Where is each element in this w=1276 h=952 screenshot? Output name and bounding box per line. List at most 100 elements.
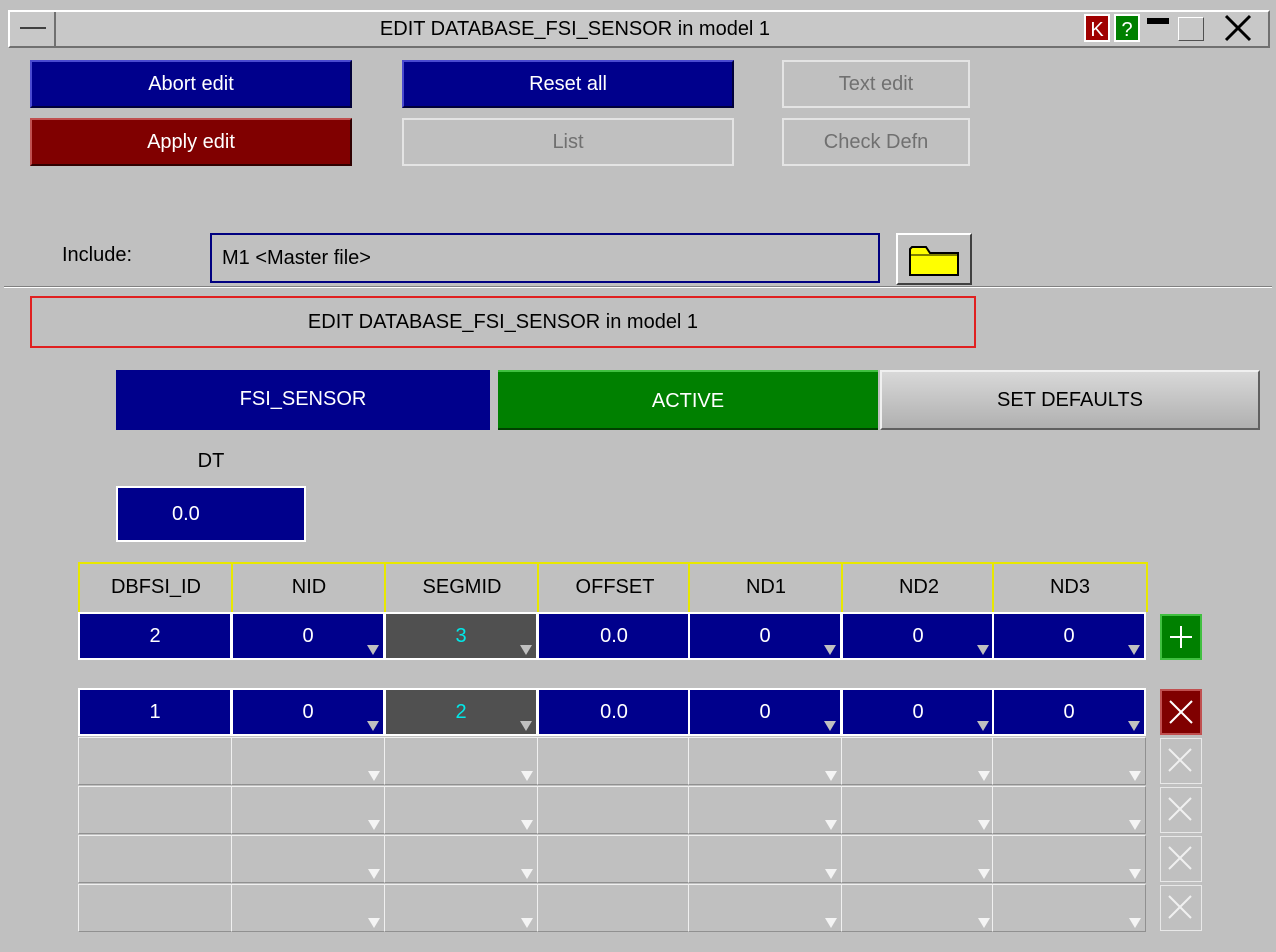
- new-row-nd1[interactable]: 0: [688, 612, 842, 660]
- reset-all-button[interactable]: Reset all: [402, 60, 734, 108]
- include-field[interactable]: M1 <Master file>: [210, 233, 880, 283]
- dropdown-icon[interactable]: [824, 721, 836, 731]
- row-2-nid[interactable]: [231, 737, 385, 785]
- minimize-icon[interactable]: [1144, 14, 1174, 42]
- dropdown-icon[interactable]: [521, 771, 533, 781]
- row-1-nd1[interactable]: 0: [688, 688, 842, 736]
- row-3-dbfsi-id[interactable]: [78, 786, 232, 834]
- keyword-button[interactable]: FSI_SENSOR: [116, 370, 490, 430]
- new-row-nd3[interactable]: 0: [992, 612, 1146, 660]
- dropdown-icon[interactable]: [978, 869, 990, 879]
- dt-input[interactable]: 0.0: [116, 486, 306, 542]
- delete-row-button[interactable]: [1160, 787, 1202, 833]
- row-4-nd3[interactable]: [992, 835, 1146, 883]
- dropdown-icon[interactable]: [977, 645, 989, 655]
- dropdown-icon[interactable]: [368, 771, 380, 781]
- text-edit-button[interactable]: Text edit: [782, 60, 970, 108]
- row-2-nd1[interactable]: [688, 737, 842, 785]
- row-5-nd1[interactable]: [688, 884, 842, 932]
- column-header-segmid: SEGMID: [384, 562, 538, 612]
- dropdown-icon[interactable]: [521, 918, 533, 928]
- dropdown-icon[interactable]: [1129, 771, 1141, 781]
- new-row-nid[interactable]: 0: [231, 612, 385, 660]
- system-menu-button[interactable]: [10, 12, 56, 46]
- row-4-nd2[interactable]: [841, 835, 995, 883]
- list-button[interactable]: List: [402, 118, 734, 166]
- dropdown-icon[interactable]: [368, 918, 380, 928]
- dropdown-icon[interactable]: [1129, 869, 1141, 879]
- dropdown-icon[interactable]: [368, 820, 380, 830]
- dropdown-icon[interactable]: [977, 721, 989, 731]
- new-row-dbfsi-id[interactable]: 2: [78, 612, 232, 660]
- row-2-dbfsi-id[interactable]: [78, 737, 232, 785]
- row-3-segmid[interactable]: [384, 786, 538, 834]
- dropdown-icon[interactable]: [367, 645, 379, 655]
- new-row-offset[interactable]: 0.0: [537, 612, 691, 660]
- dropdown-icon[interactable]: [825, 820, 837, 830]
- delete-row-button[interactable]: [1160, 689, 1202, 735]
- help-button[interactable]: ?: [1114, 14, 1140, 42]
- row-1-nd3[interactable]: 0: [992, 688, 1146, 736]
- dropdown-icon[interactable]: [521, 820, 533, 830]
- row-2-nd3[interactable]: [992, 737, 1146, 785]
- dropdown-icon[interactable]: [520, 645, 532, 655]
- k-button[interactable]: K: [1084, 14, 1110, 42]
- row-2-offset[interactable]: [537, 737, 691, 785]
- row-4-nid[interactable]: [231, 835, 385, 883]
- set-defaults-button[interactable]: SET DEFAULTS: [880, 370, 1260, 430]
- row-2-nd2[interactable]: [841, 737, 995, 785]
- apply-edit-button[interactable]: Apply edit: [30, 118, 352, 166]
- row-1-nd2[interactable]: 0: [841, 688, 995, 736]
- row-3-nd2[interactable]: [841, 786, 995, 834]
- dropdown-icon[interactable]: [520, 721, 532, 731]
- add-row-button[interactable]: [1160, 614, 1202, 660]
- check-defn-button[interactable]: Check Defn: [782, 118, 970, 166]
- dropdown-icon[interactable]: [1128, 721, 1140, 731]
- maximize-icon[interactable]: [1176, 14, 1208, 42]
- row-3-nd3[interactable]: [992, 786, 1146, 834]
- delete-row-button[interactable]: [1160, 738, 1202, 784]
- abort-edit-button[interactable]: Abort edit: [30, 60, 352, 108]
- row-1-segmid[interactable]: 2: [384, 688, 538, 736]
- row-5-dbfsi-id[interactable]: [78, 884, 232, 932]
- row-5-nd2[interactable]: [841, 884, 995, 932]
- row-5-nid[interactable]: [231, 884, 385, 932]
- row-1-nid[interactable]: 0: [231, 688, 385, 736]
- row-2-segmid[interactable]: [384, 737, 538, 785]
- title-bar[interactable]: EDIT DATABASE_FSI_SENSOR in model 1 K ?: [8, 10, 1270, 48]
- dropdown-icon[interactable]: [367, 721, 379, 731]
- row-1-offset[interactable]: 0.0: [537, 688, 691, 736]
- row-3-nid[interactable]: [231, 786, 385, 834]
- new-row-segmid[interactable]: 3: [384, 612, 538, 660]
- plus-icon: [1170, 626, 1192, 648]
- dropdown-icon[interactable]: [1129, 918, 1141, 928]
- active-toggle[interactable]: ACTIVE: [498, 370, 878, 430]
- dropdown-icon[interactable]: [825, 771, 837, 781]
- row-4-offset[interactable]: [537, 835, 691, 883]
- row-5-segmid[interactable]: [384, 884, 538, 932]
- delete-row-button[interactable]: [1160, 836, 1202, 882]
- delete-row-button[interactable]: [1160, 885, 1202, 931]
- row-5-offset[interactable]: [537, 884, 691, 932]
- dropdown-icon[interactable]: [521, 869, 533, 879]
- dropdown-icon[interactable]: [1129, 820, 1141, 830]
- dropdown-icon[interactable]: [1128, 645, 1140, 655]
- row-4-segmid[interactable]: [384, 835, 538, 883]
- row-1-dbfsi-id[interactable]: 1: [78, 688, 232, 736]
- dropdown-icon[interactable]: [978, 918, 990, 928]
- close-icon[interactable]: [1212, 14, 1264, 42]
- include-label: Include:: [62, 244, 133, 266]
- row-4-dbfsi-id[interactable]: [78, 835, 232, 883]
- new-row-nd2[interactable]: 0: [841, 612, 995, 660]
- row-3-offset[interactable]: [537, 786, 691, 834]
- row-4-nd1[interactable]: [688, 835, 842, 883]
- row-3-nd1[interactable]: [688, 786, 842, 834]
- dropdown-icon[interactable]: [825, 869, 837, 879]
- dropdown-icon[interactable]: [978, 820, 990, 830]
- dropdown-icon[interactable]: [368, 869, 380, 879]
- folder-button[interactable]: [896, 233, 972, 285]
- dropdown-icon[interactable]: [825, 918, 837, 928]
- dropdown-icon[interactable]: [824, 645, 836, 655]
- dropdown-icon[interactable]: [978, 771, 990, 781]
- row-5-nd3[interactable]: [992, 884, 1146, 932]
